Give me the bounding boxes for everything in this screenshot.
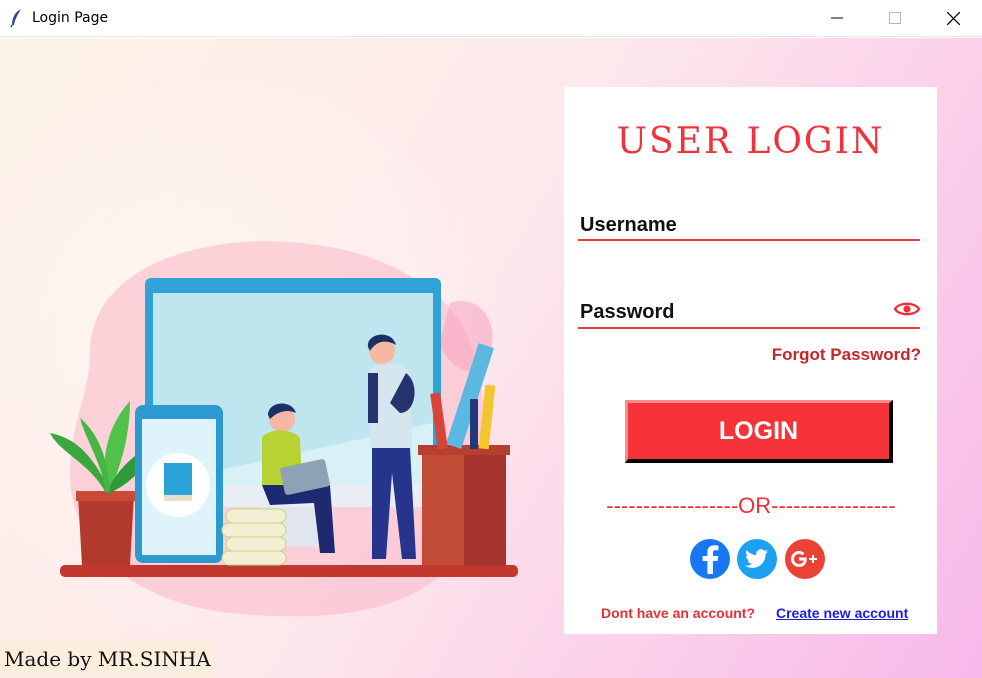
facebook-icon bbox=[702, 545, 719, 574]
login-button[interactable]: LOGIN bbox=[625, 400, 893, 463]
password-label[interactable]: Password bbox=[580, 301, 674, 324]
twitter-icon bbox=[745, 549, 768, 568]
facebook-button[interactable] bbox=[690, 539, 730, 579]
login-card: USER LOGIN Username Password Forgot Pass… bbox=[564, 87, 937, 634]
minimize-button[interactable] bbox=[808, 0, 866, 36]
close-icon bbox=[946, 11, 960, 25]
maximize-icon bbox=[889, 12, 901, 24]
eye-icon[interactable] bbox=[893, 300, 921, 318]
window-title: Login Page bbox=[32, 10, 109, 26]
google-plus-icon bbox=[791, 551, 817, 567]
feather-icon bbox=[10, 9, 21, 28]
create-account-link[interactable]: Create new account bbox=[776, 605, 908, 621]
title-bar: Login Page bbox=[0, 0, 982, 37]
twitter-button[interactable] bbox=[737, 539, 777, 579]
close-button[interactable] bbox=[924, 0, 982, 36]
minimize-icon bbox=[831, 17, 843, 19]
workspace-illustration bbox=[50, 241, 518, 617]
background: USER LOGIN Username Password Forgot Pass… bbox=[0, 38, 982, 678]
password-field[interactable] bbox=[578, 327, 920, 329]
maximize-button[interactable] bbox=[866, 0, 924, 36]
or-divider: ------------------OR----------------- bbox=[606, 493, 896, 518]
credit-label: Made by MR.SINHA bbox=[0, 641, 215, 677]
username-field[interactable] bbox=[578, 239, 920, 241]
login-title: USER LOGIN bbox=[616, 121, 885, 162]
signup-prompt: Dont have an account? bbox=[601, 605, 756, 621]
forgot-password-link[interactable]: Forgot Password? bbox=[772, 345, 921, 365]
google-plus-button[interactable] bbox=[785, 539, 825, 579]
username-label[interactable]: Username bbox=[580, 214, 677, 237]
